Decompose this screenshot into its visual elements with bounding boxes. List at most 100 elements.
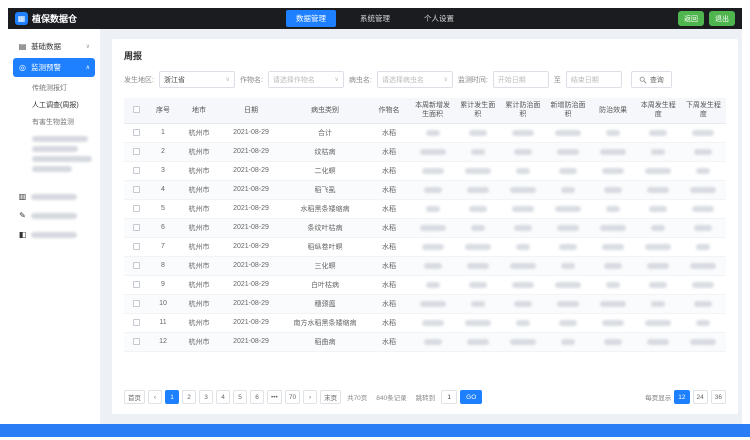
nav-item-0[interactable]: 数据管理 <box>286 10 336 27</box>
table-row: 4杭州市2021-08-29稻飞虱水稻 <box>124 180 726 199</box>
exit-button[interactable]: 退出 <box>709 11 735 26</box>
weekly-report-card: 周报 发生地区: 浙江省 ∨ 作物名: 请选择作物名 ∨ 病虫名: 请选 <box>112 39 738 414</box>
column-header-6: 累计发生面积 <box>455 98 500 123</box>
row-pest: 南方水稻黑条矮缩病 <box>282 313 368 332</box>
page-number-4[interactable]: 4 <box>216 390 230 404</box>
row-checkbox[interactable] <box>133 224 140 231</box>
page-number-3[interactable]: 3 <box>199 390 213 404</box>
row-city: 杭州市 <box>178 237 220 256</box>
numeric-cell <box>455 256 500 275</box>
go-button[interactable]: GO <box>460 390 482 404</box>
sidebar-sub-item-2[interactable]: 有害生物监测 <box>13 113 95 130</box>
search-button[interactable]: 查询 <box>631 71 672 88</box>
sidebar-item-monitor-warning[interactable]: ◎ 监测预警 ∧ <box>13 58 95 77</box>
row-city: 杭州市 <box>178 199 220 218</box>
redacted-value <box>649 206 667 212</box>
select-all-checkbox[interactable] <box>133 106 140 113</box>
numeric-cell <box>681 123 726 142</box>
redacted-value <box>696 244 710 250</box>
row-no: 9 <box>148 275 178 294</box>
page-number-2[interactable]: 2 <box>182 390 196 404</box>
per-page-option-24[interactable]: 24 <box>693 390 708 404</box>
row-checkbox[interactable] <box>133 243 140 250</box>
column-header-5: 本周新增发生面积 <box>410 98 455 123</box>
numeric-cell <box>410 332 455 351</box>
next-page-button[interactable]: › <box>303 390 317 404</box>
per-page-option-12[interactable]: 12 <box>674 390 689 404</box>
row-checkbox[interactable] <box>133 205 140 212</box>
back-button[interactable]: 返回 <box>678 11 704 26</box>
row-checkbox[interactable] <box>133 338 140 345</box>
numeric-cell <box>681 332 726 351</box>
redacted-value <box>512 130 534 136</box>
end-date-placeholder: 结束日期 <box>571 75 599 85</box>
row-checkbox[interactable] <box>133 148 140 155</box>
page-number-5[interactable]: 5 <box>233 390 247 404</box>
row-date: 2021-08-29 <box>220 161 282 180</box>
numeric-cell <box>455 294 500 313</box>
redacted-value <box>690 263 716 269</box>
sidebar-bottom-item[interactable]: ✎ <box>13 207 95 224</box>
logo-icon: ▦ <box>15 12 28 25</box>
redacted-value <box>469 130 487 136</box>
redacted-value <box>692 282 714 288</box>
redacted-value <box>651 301 665 307</box>
per-page-option-36[interactable]: 36 <box>711 390 726 404</box>
sidebar-sub-item-0[interactable]: 传统测报灯 <box>13 79 95 96</box>
numeric-cell <box>455 275 500 294</box>
crop-select[interactable]: 请选择作物名 ∨ <box>268 71 344 88</box>
nav-item-2[interactable]: 个人设置 <box>414 10 464 27</box>
row-checkbox[interactable] <box>133 300 140 307</box>
sidebar-bottom-item[interactable]: ▥ <box>13 188 95 205</box>
page-number-1[interactable]: 1 <box>165 390 179 404</box>
row-checkbox[interactable] <box>133 262 140 269</box>
row-crop: 水稻 <box>368 123 410 142</box>
prev-page-button[interactable]: ‹ <box>148 390 162 404</box>
redacted-value <box>559 244 577 250</box>
sidebar-item-base-data[interactable]: ▤ 基础数据 ∨ <box>13 37 95 56</box>
start-date-input[interactable]: 开始日期 <box>493 71 549 88</box>
row-date: 2021-08-29 <box>220 237 282 256</box>
row-pest: 穗颈瘟 <box>282 294 368 313</box>
row-checkbox[interactable] <box>133 281 140 288</box>
table-row: 10杭州市2021-08-29穗颈瘟水稻 <box>124 294 726 313</box>
numeric-cell <box>636 237 681 256</box>
numeric-cell <box>681 256 726 275</box>
numeric-cell <box>410 313 455 332</box>
row-date: 2021-08-29 <box>220 256 282 275</box>
end-date-input[interactable]: 结束日期 <box>566 71 622 88</box>
region-value: 浙江省 <box>164 75 185 85</box>
region-select[interactable]: 浙江省 ∨ <box>159 71 235 88</box>
pest-select[interactable]: 请选择病虫名 ∨ <box>377 71 453 88</box>
nav-item-1[interactable]: 系统管理 <box>350 10 400 27</box>
numeric-cell <box>410 123 455 142</box>
row-crop: 水稻 <box>368 256 410 275</box>
row-checkbox[interactable] <box>133 186 140 193</box>
base-data-icon: ▤ <box>18 42 27 51</box>
first-page-button[interactable]: 首页 <box>124 390 145 404</box>
row-checkbox[interactable] <box>133 167 140 174</box>
numeric-cell <box>410 275 455 294</box>
redacted-value <box>424 339 442 345</box>
redacted-value <box>604 187 622 193</box>
redacted-value <box>555 282 581 288</box>
row-checkbox[interactable] <box>133 319 140 326</box>
sidebar-sub-item-1[interactable]: 人工调查(周报) <box>13 96 95 113</box>
redacted-value <box>557 149 579 155</box>
sidebar-bottom-item[interactable]: ◧ <box>13 226 95 243</box>
last-page-number[interactable]: 70 <box>285 390 300 404</box>
page-number-6[interactable]: 6 <box>250 390 264 404</box>
app-window: ▦ 植保数据仓 数据管理系统管理个人设置 返回 退出 ▤ 基础数据 ∨ ◎ 监测… <box>8 8 742 424</box>
numeric-cell <box>410 180 455 199</box>
numeric-cell <box>636 142 681 161</box>
jump-page-input[interactable] <box>441 390 457 404</box>
last-page-button[interactable]: 末页 <box>320 390 341 404</box>
redacted-value <box>602 168 624 174</box>
page-ellipsis[interactable]: ••• <box>267 390 282 404</box>
total-pages-text: 共70页 <box>347 392 367 402</box>
row-pest: 条纹叶枯病 <box>282 218 368 237</box>
sidebar-redacted-item <box>32 166 72 172</box>
row-checkbox[interactable] <box>133 129 140 136</box>
start-date-placeholder: 开始日期 <box>498 75 526 85</box>
redacted-value <box>600 301 626 307</box>
